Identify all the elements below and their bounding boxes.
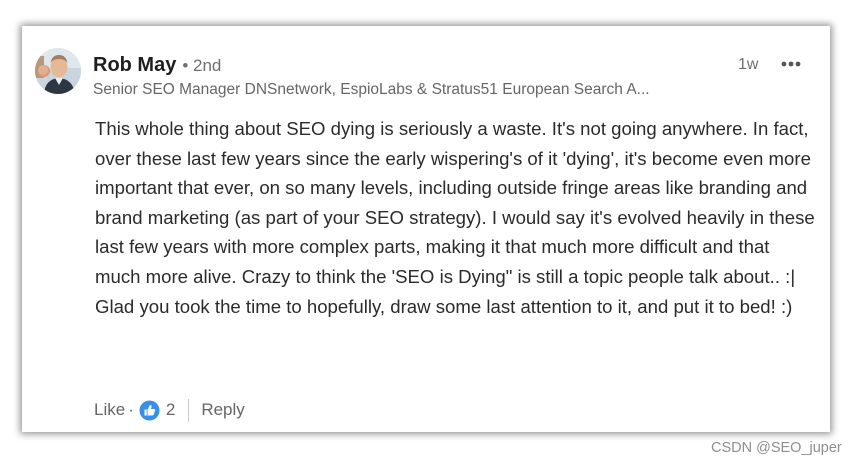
timestamp: 1w — [738, 56, 759, 73]
author-name-row: Rob May • 2nd — [93, 54, 221, 77]
connection-degree: • 2nd — [182, 56, 222, 75]
comment-actions: Like · 2 Reply — [94, 398, 245, 422]
like-button[interactable]: Like — [94, 400, 125, 420]
author-name[interactable]: Rob May — [93, 54, 176, 77]
action-divider — [188, 398, 190, 422]
thumbs-up-icon[interactable] — [139, 400, 160, 421]
comment-text: This whole thing about SEO dying is seri… — [95, 118, 815, 317]
separator-dot: · — [128, 400, 134, 419]
profile-photo-icon — [35, 48, 81, 94]
reply-button[interactable]: Reply — [201, 400, 244, 420]
comment-card: Rob May • 2nd Senior SEO Manager DNSnetw… — [22, 26, 830, 432]
watermark: CSDN @SEO_juper — [711, 440, 842, 456]
author-headline: Senior SEO Manager DNSnetwork, EspioLabs… — [93, 81, 650, 98]
ellipsis-icon[interactable] — [779, 54, 803, 74]
author-avatar[interactable] — [35, 48, 81, 94]
reaction-count[interactable]: 2 — [166, 400, 175, 420]
